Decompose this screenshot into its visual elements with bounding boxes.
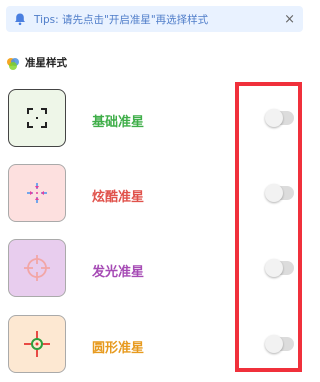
crosshair-row-cool[interactable]: 炫酷准星 <box>0 164 315 230</box>
section-title: 准星样式 <box>25 57 67 69</box>
close-icon[interactable]: × <box>284 13 295 26</box>
section-header: 准星样式 <box>6 55 67 70</box>
basic-crosshair-toggle[interactable] <box>265 109 294 127</box>
crosshair-label: 炫酷准星 <box>92 190 145 205</box>
app-logo-icon <box>6 56 20 70</box>
crosshair-row-circle[interactable]: 圆形准星 <box>0 315 315 381</box>
tips-banner: Tips: 请先点击"开启准星"再选择样式 × <box>6 6 303 32</box>
glow-crosshair-toggle[interactable] <box>265 259 294 277</box>
bell-icon <box>12 11 28 27</box>
crosshair-row-glow[interactable]: 发光准星 <box>0 239 315 305</box>
tips-text: Tips: 请先点击"开启准星"再选择样式 <box>34 13 209 26</box>
glow-crosshair-icon <box>8 239 66 297</box>
crosshair-label: 圆形准星 <box>92 341 145 356</box>
crosshair-row-basic[interactable]: 基础准星 <box>0 89 315 155</box>
cool-crosshair-icon <box>8 164 66 222</box>
crosshair-label: 基础准星 <box>92 115 145 130</box>
cool-crosshair-toggle[interactable] <box>265 184 294 202</box>
basic-crosshair-icon <box>8 89 66 147</box>
crosshair-label: 发光准星 <box>92 265 145 280</box>
circle-crosshair-toggle[interactable] <box>265 335 294 353</box>
circle-crosshair-icon <box>8 315 66 373</box>
